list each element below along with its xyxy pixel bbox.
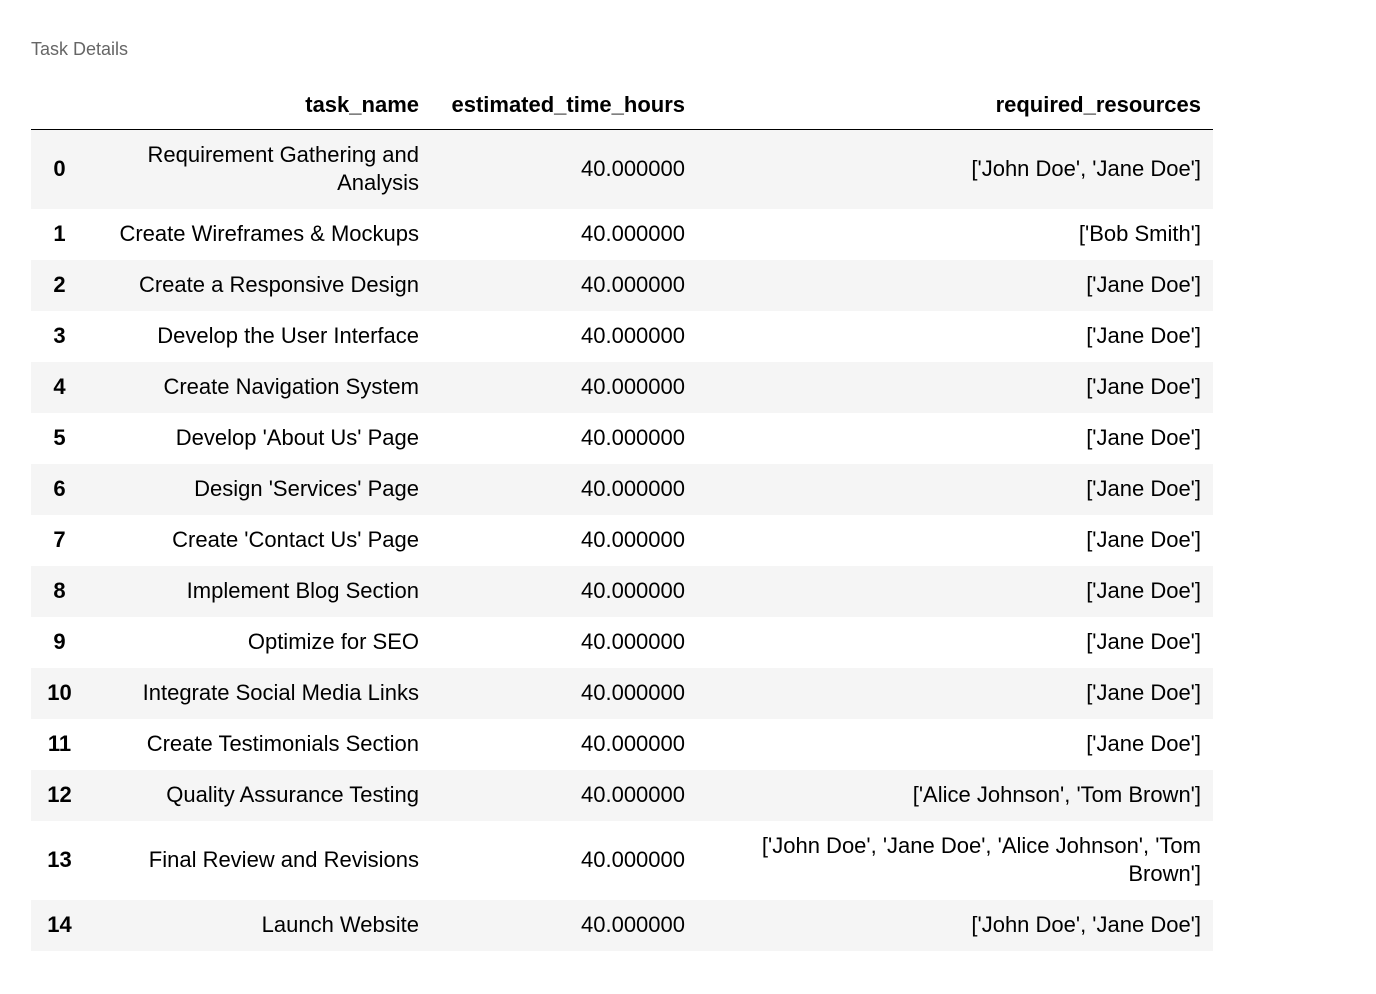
table-row: 6 Design 'Services' Page 40.000000 ['Jan… xyxy=(31,463,1213,515)
task-name-cell: Launch Website xyxy=(261,912,419,937)
required-resources-cell: ['John Doe', 'Jane Doe', 'Alice Johnson'… xyxy=(761,833,1201,886)
estimated-time-column-header: estimated_time_hours xyxy=(431,80,697,130)
task-name-cell: Create Wireframes & Mockups xyxy=(119,221,419,246)
table-body: 0 Requirement Gathering and Analysis 40.… xyxy=(31,129,1213,951)
row-index: 3 xyxy=(53,323,66,348)
task-name-cell: Create Testimonials Section xyxy=(146,731,419,756)
required-resources-cell: ['Jane Doe'] xyxy=(1086,578,1201,603)
row-index: 2 xyxy=(53,272,66,297)
required-resources-cell: ['Jane Doe'] xyxy=(1086,629,1201,654)
task-name-cell: Requirement Gathering and Analysis xyxy=(147,142,420,196)
table-row: 12 Quality Assurance Testing 40.000000 [… xyxy=(31,769,1213,821)
table-row: 10 Integrate Social Media Links 40.00000… xyxy=(31,667,1213,719)
estimated-time-cell: 40.000000 xyxy=(581,425,685,450)
required-resources-cell: ['Jane Doe'] xyxy=(1086,323,1201,348)
required-resources-cell: ['Jane Doe'] xyxy=(1086,527,1201,552)
required-resources-cell: ['Jane Doe'] xyxy=(1086,731,1201,756)
table-row: 1 Create Wireframes & Mockups 40.000000 … xyxy=(31,208,1213,260)
index-column-header xyxy=(31,80,88,130)
required-resources-cell: ['Jane Doe'] xyxy=(1086,374,1201,399)
task-name-cell: Integrate Social Media Links xyxy=(142,680,419,705)
row-index: 9 xyxy=(53,629,66,654)
required-resources-cell: ['Bob Smith'] xyxy=(1078,221,1201,246)
estimated-time-cell: 40.000000 xyxy=(581,629,685,654)
row-index: 0 xyxy=(53,156,66,182)
task-name-cell: Optimize for SEO xyxy=(247,629,419,654)
row-index: 12 xyxy=(47,782,72,807)
estimated-time-cell: 40.000000 xyxy=(581,374,685,399)
estimated-time-cell: 40.000000 xyxy=(581,323,685,348)
table-row: 8 Implement Blog Section 40.000000 ['Jan… xyxy=(31,565,1213,617)
estimated-time-cell: 40.000000 xyxy=(581,578,685,603)
required-resources-cell: ['John Doe', 'Jane Doe'] xyxy=(971,912,1201,937)
task-details-table: task_name estimated_time_hours required_… xyxy=(31,80,1213,951)
required-resources-cell: ['Alice Johnson', 'Tom Brown'] xyxy=(912,782,1201,807)
row-index: 6 xyxy=(53,476,66,501)
estimated-time-cell: 40.000000 xyxy=(581,527,685,552)
required-resources-column-header: required_resources xyxy=(697,80,1213,130)
estimated-time-cell: 40.000000 xyxy=(581,680,685,705)
task-name-cell: Develop the User Interface xyxy=(157,323,419,348)
row-index: 4 xyxy=(53,374,66,399)
row-index: 13 xyxy=(47,847,72,872)
task-name-cell: Implement Blog Section xyxy=(186,578,419,603)
row-index: 14 xyxy=(47,912,72,937)
row-index: 8 xyxy=(53,578,66,603)
estimated-time-cell: 40.000000 xyxy=(581,272,685,297)
table-caption: Task Details xyxy=(31,39,129,59)
required-resources-cell: ['Jane Doe'] xyxy=(1086,425,1201,450)
task-name-cell: Design 'Services' Page xyxy=(194,476,419,501)
estimated-time-cell: 40.000000 xyxy=(581,847,685,872)
table-row: 5 Develop 'About Us' Page 40.000000 ['Ja… xyxy=(31,412,1213,464)
table-row: 11 Create Testimonials Section 40.000000… xyxy=(31,718,1213,770)
estimated-time-cell: 40.000000 xyxy=(581,476,685,501)
estimated-time-cell: 40.000000 xyxy=(581,221,685,246)
row-index: 10 xyxy=(47,680,72,705)
table-row: 13 Final Review and Revisions 40.000000 … xyxy=(31,820,1213,900)
table-row: 9 Optimize for SEO 40.000000 ['Jane Doe'… xyxy=(31,616,1213,668)
estimated-time-cell: 40.000000 xyxy=(581,782,685,807)
estimated-time-cell: 40.000000 xyxy=(581,731,685,756)
required-resources-cell: ['John Doe', 'Jane Doe'] xyxy=(971,156,1201,182)
table-row: 4 Create Navigation System 40.000000 ['J… xyxy=(31,361,1213,413)
table-row: 7 Create 'Contact Us' Page 40.000000 ['J… xyxy=(31,514,1213,566)
row-index: 5 xyxy=(53,425,66,450)
row-index: 1 xyxy=(53,221,66,246)
header-row: task_name estimated_time_hours required_… xyxy=(31,80,1213,130)
estimated-time-cell: 40.000000 xyxy=(581,156,685,182)
task-name-cell: Create Navigation System xyxy=(163,374,419,399)
table-header: task_name estimated_time_hours required_… xyxy=(31,80,1213,130)
table-row: 0 Requirement Gathering and Analysis 40.… xyxy=(31,129,1213,209)
required-resources-cell: ['Jane Doe'] xyxy=(1086,680,1201,705)
task-name-cell: Final Review and Revisions xyxy=(148,847,419,872)
table-row: 3 Develop the User Interface 40.000000 [… xyxy=(31,310,1213,362)
required-resources-cell: ['Jane Doe'] xyxy=(1086,272,1201,297)
task-name-cell: Create a Responsive Design xyxy=(138,272,419,297)
task-name-cell: Develop 'About Us' Page xyxy=(175,425,419,450)
task-name-column-header: task_name xyxy=(88,80,431,130)
required-resources-cell: ['Jane Doe'] xyxy=(1086,476,1201,501)
row-index: 11 xyxy=(47,731,72,756)
task-name-cell: Quality Assurance Testing xyxy=(166,782,419,807)
table-row: 2 Create a Responsive Design 40.000000 [… xyxy=(31,259,1213,311)
table-row: 14 Launch Website 40.000000 ['John Doe',… xyxy=(31,899,1213,951)
task-name-cell: Create 'Contact Us' Page xyxy=(172,527,419,552)
estimated-time-cell: 40.000000 xyxy=(581,912,685,937)
row-index: 7 xyxy=(53,527,66,552)
